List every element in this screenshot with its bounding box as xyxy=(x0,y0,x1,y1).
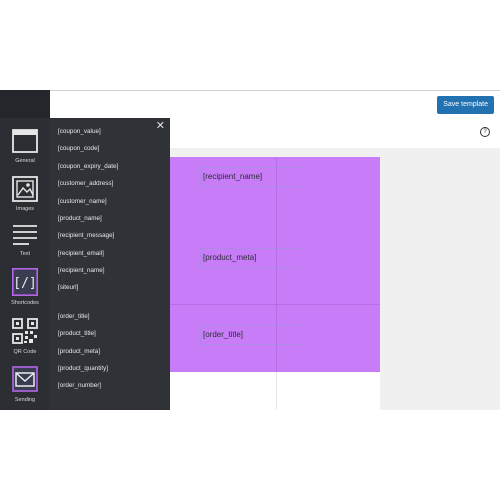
sidebar-header xyxy=(0,90,50,118)
text-lines-icon xyxy=(13,225,37,245)
shortcode-item[interactable]: [recipient_message] xyxy=(58,232,114,239)
sidebar: General Images Text [/] Shortcodes QR Co… xyxy=(0,90,50,410)
shortcode-item[interactable]: [recipient_name] xyxy=(58,267,105,274)
save-template-button[interactable]: Save template xyxy=(437,96,494,114)
envelope-icon xyxy=(12,366,38,392)
svg-text:[/]: [/] xyxy=(13,276,36,291)
sidebar-item-label: General xyxy=(15,158,35,164)
canvas-field-order-title[interactable]: [order_title] xyxy=(200,325,302,345)
canvas-toolbar: ? xyxy=(170,118,500,149)
sidebar-item-label: QR Code xyxy=(13,349,37,355)
shortcodes-panel: ✕ [coupon_value] [coupon_code] [coupon_e… xyxy=(50,118,170,410)
shortcode-item[interactable]: [product_title] xyxy=(58,330,96,337)
sidebar-item-label: Images xyxy=(15,206,35,212)
shortcode-item[interactable]: [recipient_email] xyxy=(58,250,104,257)
shortcode-item[interactable]: [order_title] xyxy=(58,313,90,320)
canvas-field-product-meta[interactable]: [product_meta] xyxy=(200,248,302,268)
shortcode-item[interactable]: [coupon_expiry_date] xyxy=(58,163,118,170)
close-icon[interactable]: ✕ xyxy=(156,121,165,132)
sidebar-item-general[interactable]: General xyxy=(0,128,50,176)
shortcode-brackets-icon: [/] xyxy=(12,268,38,296)
sidebar-item-text[interactable]: Text xyxy=(0,222,50,270)
shortcode-item[interactable]: [product_meta] xyxy=(58,348,100,355)
qr-code-icon xyxy=(12,318,38,344)
shortcode-item[interactable]: [product_quantity] xyxy=(58,365,108,372)
help-circle-icon[interactable]: ? xyxy=(480,127,490,137)
guide-line-vertical-lower xyxy=(276,372,277,410)
guide-line-horizontal xyxy=(170,304,380,305)
sidebar-item-shortcodes[interactable]: [/] Shortcodes xyxy=(0,268,50,316)
sidebar-item-label: Sending xyxy=(14,397,36,403)
shortcode-item[interactable]: [order_number] xyxy=(58,382,101,389)
shortcode-item[interactable]: [coupon_value] xyxy=(58,128,101,135)
sidebar-item-label: Text xyxy=(19,251,31,257)
layout-icon xyxy=(12,129,38,153)
shortcode-item[interactable]: [coupon_code] xyxy=(58,145,99,152)
sidebar-item-qr-code[interactable]: QR Code xyxy=(0,318,50,366)
sidebar-item-sending[interactable]: Sending xyxy=(0,366,50,414)
shortcode-item[interactable]: [customer_name] xyxy=(58,198,107,205)
sidebar-item-label: Shortcodes xyxy=(11,300,39,306)
canvas-field-recipient-name[interactable]: [recipient_name] xyxy=(200,167,302,187)
image-icon xyxy=(12,176,38,202)
top-bar: Save template xyxy=(50,91,500,119)
shortcode-item[interactable]: [customer_address] xyxy=(58,180,113,187)
shortcode-item[interactable]: [siteurl] xyxy=(58,284,78,291)
sidebar-item-images[interactable]: Images xyxy=(0,176,50,224)
shortcode-item[interactable]: [product_name] xyxy=(58,215,102,222)
